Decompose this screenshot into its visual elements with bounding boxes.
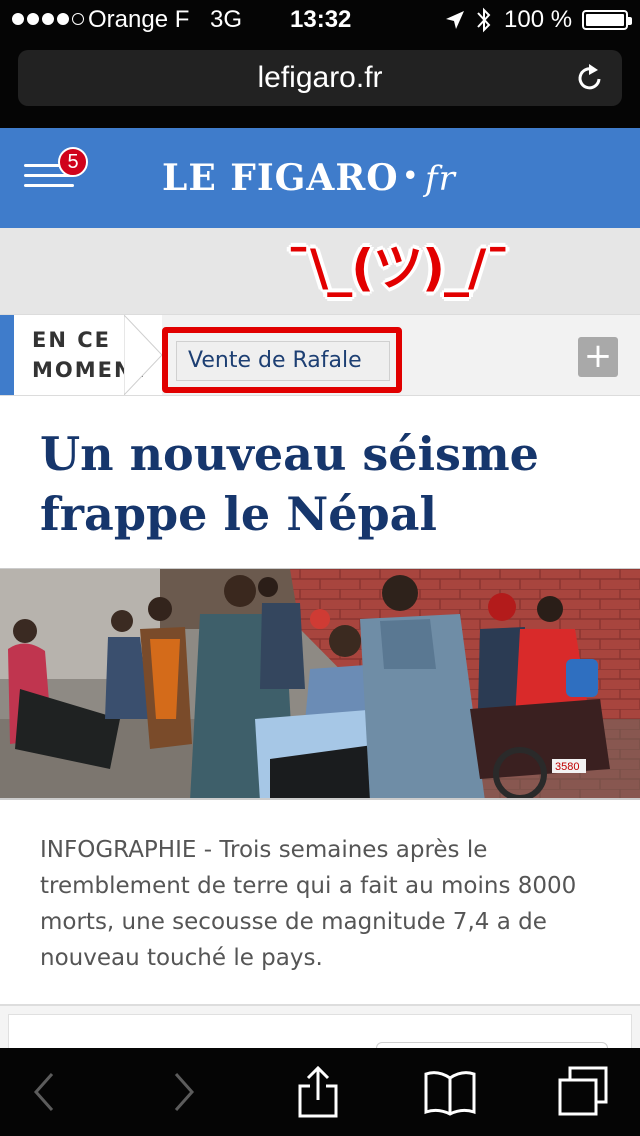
license-plate: 3580 bbox=[555, 761, 579, 773]
site-header: 5 LE FIGARO • fr bbox=[0, 128, 640, 228]
article-headline[interactable]: Un nouveau séisme frappe le Népal bbox=[40, 424, 620, 544]
signal-strength-icon bbox=[12, 13, 84, 25]
article-summary[interactable]: INFOGRAPHIE - Trois semaines après le tr… bbox=[40, 832, 610, 976]
battery-percentage: 100 % bbox=[504, 6, 573, 33]
notification-badge: 5 bbox=[58, 147, 88, 177]
bluetooth-icon bbox=[477, 7, 491, 33]
browser-toolbar bbox=[0, 1048, 640, 1136]
url-text[interactable]: lefigaro.fr bbox=[18, 62, 622, 94]
logo-main: LE FIGARO bbox=[162, 157, 399, 199]
forward-icon[interactable] bbox=[154, 1066, 214, 1118]
article-photo[interactable]: 3580 bbox=[0, 568, 640, 800]
highlight-box bbox=[162, 327, 402, 393]
trending-arrow bbox=[124, 315, 163, 395]
location-arrow-icon bbox=[446, 11, 464, 29]
earthquake-rescue-image: 3580 bbox=[0, 569, 640, 798]
next-article-card[interactable] bbox=[0, 1004, 640, 1062]
reload-icon[interactable] bbox=[574, 62, 606, 94]
battery-icon bbox=[582, 10, 632, 30]
trending-bar: EN CE MOMENT Vente de Rafale + bbox=[0, 314, 640, 396]
back-icon[interactable] bbox=[14, 1066, 74, 1118]
carrier-name: Orange F bbox=[88, 6, 190, 33]
logo-suffix: fr bbox=[424, 159, 456, 199]
more-topics-button[interactable]: + bbox=[578, 337, 618, 377]
tabs-icon[interactable] bbox=[556, 1066, 616, 1118]
shrug-overlay: ¯\_(ツ)_/¯ bbox=[286, 239, 510, 297]
browser-address-area: lefigaro.fr bbox=[0, 40, 640, 128]
site-logo[interactable]: LE FIGARO • fr bbox=[162, 156, 456, 204]
logo-dot: • bbox=[402, 161, 419, 190]
clock: 13:32 bbox=[290, 6, 352, 33]
network-type: 3G bbox=[210, 6, 243, 33]
bookmarks-icon[interactable] bbox=[420, 1066, 480, 1118]
address-bar[interactable]: lefigaro.fr bbox=[18, 50, 622, 106]
status-bar: Orange F 3G 13:32 100 % bbox=[0, 0, 640, 40]
share-icon[interactable] bbox=[288, 1066, 348, 1118]
ad-banner-area: ¯\_(ツ)_/¯ bbox=[0, 228, 640, 314]
trending-accent bbox=[0, 315, 14, 395]
